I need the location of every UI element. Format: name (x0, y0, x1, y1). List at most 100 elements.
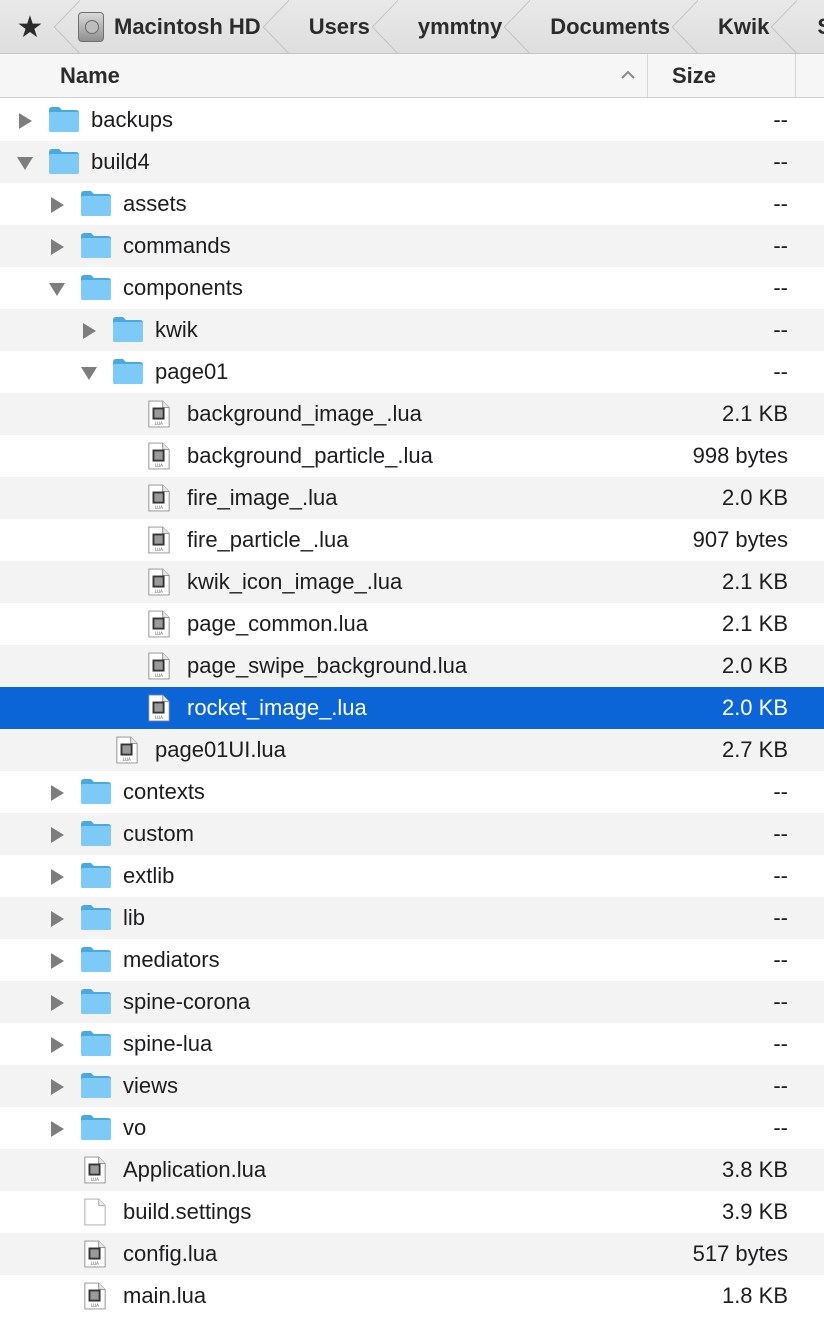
breadcrumb-sp[interactable]: Sp (795, 0, 824, 53)
file-row[interactable]: commands -- (0, 225, 824, 267)
file-row[interactable]: backups -- (0, 99, 824, 141)
file-name: spine-corona (123, 989, 251, 1014)
folder-icon (49, 149, 79, 174)
file-row[interactable]: kwik -- (0, 309, 824, 351)
file-row[interactable]: LUA config.lua 517 bytes (0, 1233, 824, 1275)
file-name: page01 (155, 359, 229, 384)
disclosure-expanded-icon[interactable] (16, 154, 34, 172)
svg-text:LUA: LUA (155, 589, 163, 594)
size-column-label: Size (672, 62, 717, 88)
file-name: page01UI.lua (155, 737, 286, 762)
file-row[interactable]: vo -- (0, 1107, 824, 1149)
file-name: fire_particle_.lua (187, 527, 349, 552)
file-name: background_image_.lua (187, 401, 422, 426)
file-row[interactable]: LUA fire_particle_.lua 907 bytes (0, 519, 824, 561)
disclosure-collapsed-icon[interactable] (48, 1120, 66, 1138)
file-size: 907 bytes (692, 527, 788, 552)
file-row[interactable]: components -- (0, 267, 824, 309)
file-row[interactable]: extlib -- (0, 855, 824, 897)
file-row[interactable]: lib -- (0, 897, 824, 939)
lua-file-icon: LUA (84, 1240, 106, 1268)
file-row[interactable]: assets -- (0, 183, 824, 225)
file-row[interactable]: LUA page_swipe_background.lua 2.0 KB (0, 645, 824, 687)
file-size: -- (773, 821, 788, 846)
file-name: backups (91, 107, 173, 132)
file-size: 2.0 KB (721, 695, 788, 720)
disclosure-collapsed-icon[interactable] (48, 784, 66, 802)
file-size: 517 bytes (692, 1241, 788, 1266)
disclosure-collapsed-icon[interactable] (48, 868, 66, 886)
disclosure-expanded-icon[interactable] (48, 280, 66, 298)
file-name: build4 (91, 149, 150, 174)
disclosure-collapsed-icon[interactable] (48, 238, 66, 256)
file-size: 3.9 KB (721, 1199, 788, 1224)
file-list: backups -- build4 -- assets -- commands -- compo… (0, 99, 824, 1317)
file-row[interactable]: custom -- (0, 813, 824, 855)
size-column-header[interactable]: Size (648, 54, 796, 97)
svg-text:LUA: LUA (155, 715, 163, 720)
file-row[interactable]: spine-lua -- (0, 1023, 824, 1065)
file-name: build.settings (123, 1199, 252, 1224)
file-row[interactable]: LUA Application.lua 3.8 KB (0, 1149, 824, 1191)
file-name: contexts (123, 779, 205, 804)
column-header: Name Size (0, 54, 824, 98)
file-row[interactable]: LUA page01UI.lua 2.7 KB (0, 729, 824, 771)
file-size: -- (773, 317, 788, 342)
file-name: mediators (123, 947, 220, 972)
breadcrumb-label: Documents (550, 14, 670, 39)
file-name: custom (123, 821, 194, 846)
file-name: kwik_icon_image_.lua (187, 569, 403, 594)
disclosure-collapsed-icon[interactable] (48, 826, 66, 844)
disclosure-collapsed-icon[interactable] (48, 1078, 66, 1096)
breadcrumb-macintosh-hd[interactable]: Macintosh HD (54, 0, 289, 53)
file-name: config.lua (123, 1241, 218, 1266)
file-row[interactable]: LUA rocket_image_.lua 2.0 KB (0, 687, 824, 729)
folder-icon (81, 821, 111, 846)
svg-text:LUA: LUA (123, 757, 131, 762)
folder-icon (81, 275, 111, 300)
file-row[interactable]: contexts -- (0, 771, 824, 813)
file-row[interactable]: build.settings 3.9 KB (0, 1191, 824, 1233)
file-name: Application.lua (123, 1157, 267, 1182)
disclosure-expanded-icon[interactable] (80, 364, 98, 382)
disclosure-collapsed-icon[interactable] (48, 1036, 66, 1054)
file-row[interactable]: LUA background_particle_.lua 998 bytes (0, 435, 824, 477)
file-size: 998 bytes (692, 443, 788, 468)
file-row[interactable]: mediators -- (0, 939, 824, 981)
disclosure-collapsed-icon[interactable] (48, 952, 66, 970)
file-size: 2.0 KB (721, 653, 788, 678)
folder-icon (81, 233, 111, 258)
file-name: rocket_image_.lua (187, 695, 367, 720)
disclosure-collapsed-icon[interactable] (16, 112, 34, 130)
breadcrumb-ymmtny[interactable]: ymmtny (396, 0, 531, 53)
favorites-star-icon[interactable]: ★ (0, 0, 60, 53)
file-size: -- (773, 989, 788, 1014)
document-icon (84, 1198, 106, 1226)
folder-icon (113, 317, 143, 342)
file-row[interactable]: build4 -- (0, 141, 824, 183)
breadcrumb-kwik[interactable]: Kwik (696, 0, 798, 53)
file-row[interactable]: spine-corona -- (0, 981, 824, 1023)
disclosure-collapsed-icon[interactable] (80, 322, 98, 340)
svg-text:LUA: LUA (155, 673, 163, 678)
lua-file-icon: LUA (148, 652, 170, 680)
disclosure-collapsed-icon[interactable] (48, 994, 66, 1012)
file-row[interactable]: LUA page_common.lua 2.1 KB (0, 603, 824, 645)
name-column-label: Name (60, 62, 120, 88)
name-column-header[interactable]: Name (0, 54, 648, 97)
file-row[interactable]: LUA fire_image_.lua 2.0 KB (0, 477, 824, 519)
breadcrumb-documents[interactable]: Documents (528, 0, 698, 53)
file-row[interactable]: LUA background_image_.lua 2.1 KB (0, 393, 824, 435)
lua-file-icon: LUA (148, 568, 170, 596)
disclosure-collapsed-icon[interactable] (48, 910, 66, 928)
file-size: -- (773, 233, 788, 258)
file-row[interactable]: page01 -- (0, 351, 824, 393)
file-row[interactable]: views -- (0, 1065, 824, 1107)
file-row[interactable]: LUA kwik_icon_image_.lua 2.1 KB (0, 561, 824, 603)
disclosure-collapsed-icon[interactable] (48, 196, 66, 214)
file-name: lib (123, 905, 146, 930)
file-row[interactable]: LUA main.lua 1.8 KB (0, 1275, 824, 1317)
file-size: 2.7 KB (721, 737, 788, 762)
folder-icon (113, 359, 143, 384)
breadcrumb-users[interactable]: Users (287, 0, 399, 53)
